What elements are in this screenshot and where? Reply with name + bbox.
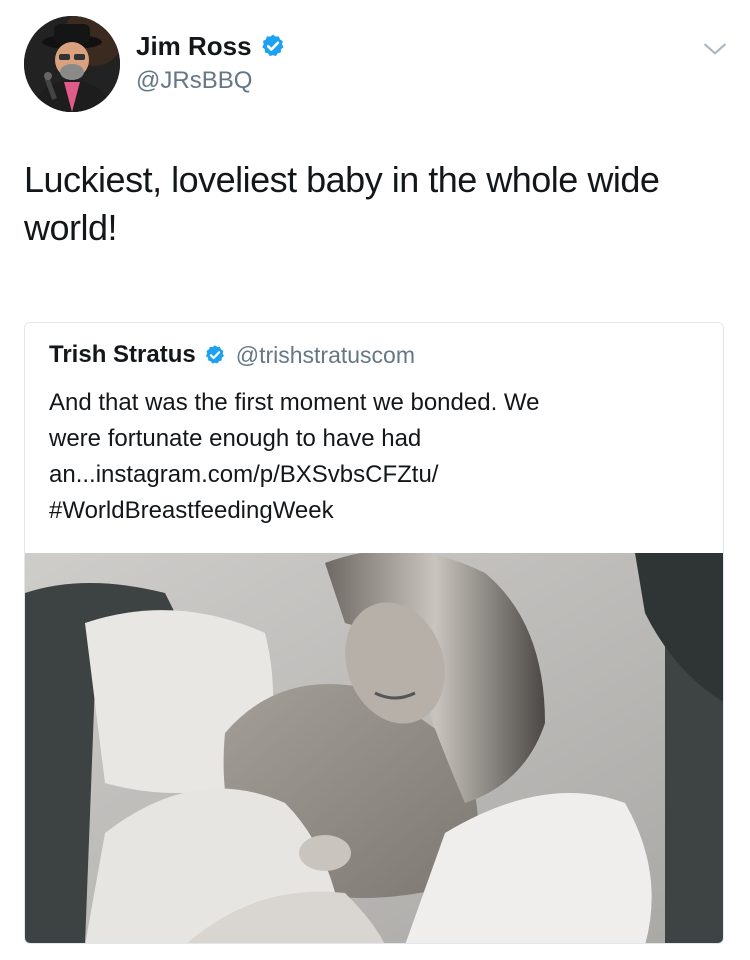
verified-badge-icon (205, 345, 224, 364)
author-avatar[interactable] (24, 16, 120, 112)
author-name[interactable]: Jim Ross (136, 30, 252, 62)
chevron-down-icon[interactable] (702, 36, 728, 62)
quoted-tweet-header: Trish Stratus @trishstratuscom (49, 341, 415, 369)
verified-badge-icon (261, 34, 284, 57)
author-handle[interactable]: @JRsBBQ (136, 66, 252, 96)
quoted-text-line: were fortunate enough to have had (49, 425, 422, 452)
quoted-author-handle: @trishstratuscom (235, 341, 415, 368)
quoted-tweet-photo[interactable] (25, 553, 723, 943)
quoted-tweet-card[interactable]: Trish Stratus @trishstratuscom And that … (24, 322, 724, 944)
quoted-text-line: And that was the first moment we bonded.… (49, 389, 540, 416)
quoted-text-hashtag[interactable]: #WorldBreastfeedingWeek (49, 493, 699, 529)
tweet-text: Luckiest, loveliest baby in the whole wi… (24, 159, 660, 248)
quoted-author-name: Trish Stratus (49, 341, 196, 368)
quoted-text-link[interactable]: an...instagram.com/p/BXSvbsCFZtu/ (49, 457, 699, 493)
author-name-row[interactable]: Jim Ross (136, 30, 286, 62)
quoted-tweet-text: And that was the first moment we bonded.… (49, 385, 699, 529)
